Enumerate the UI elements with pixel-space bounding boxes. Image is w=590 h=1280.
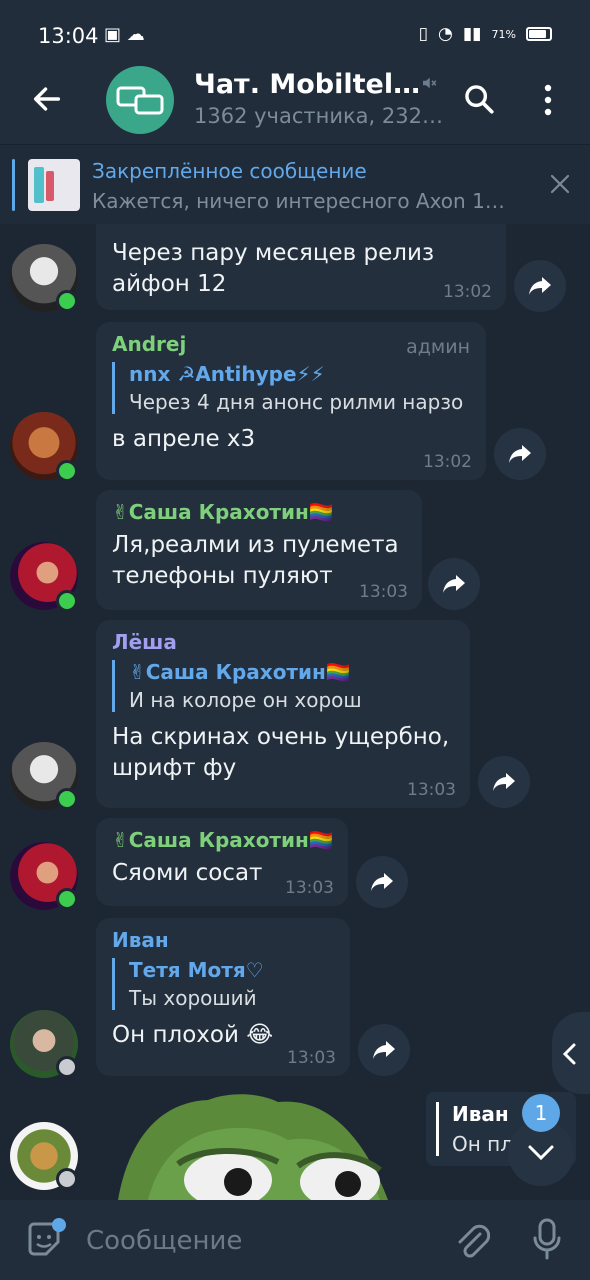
chat-title[interactable]: Чат. Mobiltelefon.ru xyxy=(194,69,424,100)
mention-name: Иван xyxy=(452,1102,509,1126)
message-text: Он плохой 😂 xyxy=(112,1022,274,1048)
offline-indicator xyxy=(56,1056,78,1078)
share-arrow-icon xyxy=(371,873,393,891)
message-text: Через пару месяцев релиз айфон 12 xyxy=(112,240,435,297)
mention-text: Он плохой xyxy=(452,1132,512,1156)
message-time: 13:03 xyxy=(359,582,408,602)
message-text: На скринах очень ущербно, шрифт фу xyxy=(112,724,450,781)
online-indicator xyxy=(56,788,78,810)
share-arrow-icon xyxy=(509,445,531,463)
reply-preview[interactable]: nnx ☭Antihype⚡⚡ Через 4 дня анонс рилми … xyxy=(112,362,470,414)
attach-icon[interactable] xyxy=(454,1220,490,1260)
reply-author: ✌Саша Крахотин🏳️‍🌈 xyxy=(129,660,351,684)
sender-name[interactable]: Иван xyxy=(112,928,334,952)
battery-percent: 71% xyxy=(491,27,516,41)
status-right: ▯ ◔ ▮▮ 71% xyxy=(419,24,552,44)
message-bubble[interactable]: Через пару месяцев релиз айфон 12 13:02 xyxy=(96,224,506,310)
reply-text: Ты хороший xyxy=(129,986,257,1010)
chevron-left-icon xyxy=(562,1043,576,1065)
online-indicator xyxy=(56,590,78,612)
share-button[interactable] xyxy=(478,756,530,808)
message-bubble[interactable]: ✌Саша Крахотин🏳️‍🌈 Ля,реалми из пулемета… xyxy=(96,490,422,610)
signal-icon: ▮▮ xyxy=(462,24,482,44)
pinned-message[interactable]: Закреплённое сообщение Кажется, ничего и… xyxy=(0,144,590,224)
share-arrow-icon xyxy=(373,1041,395,1059)
message-bubble[interactable]: Andrej админ nnx ☭Antihype⚡⚡ Через 4 дня… xyxy=(96,322,486,480)
offline-indicator xyxy=(56,1168,78,1190)
message-time: 13:02 xyxy=(443,282,492,302)
pinned-text: Кажется, ничего интересного Axon 11... xyxy=(92,189,512,213)
reply-text: И на колоре он хорош xyxy=(129,688,362,712)
mute-icon xyxy=(423,77,437,89)
reply-preview[interactable]: ✌Саша Крахотин🏳️‍🌈 И на колоре он хорош xyxy=(112,660,454,712)
wifi-icon: ◔ xyxy=(437,24,453,44)
share-button[interactable] xyxy=(356,856,408,908)
share-arrow-icon xyxy=(443,575,465,593)
message-input-bar: Сообщение xyxy=(0,1200,590,1280)
sender-name[interactable]: ✌Саша Крахотин🏳️‍🌈 xyxy=(112,500,406,524)
message-time: 13:03 xyxy=(285,878,334,898)
sender-name[interactable]: ✌Саша Крахотин🏳️‍🌈 xyxy=(112,828,334,852)
message-input[interactable]: Сообщение xyxy=(86,1226,242,1256)
message-bubble[interactable]: Лёша ✌Саша Крахотин🏳️‍🌈 И на колоре он х… xyxy=(96,620,470,808)
chat-header: Чат. Mobiltelefon.ru 1362 участника, 232… xyxy=(0,52,590,144)
new-stickers-dot xyxy=(52,1218,66,1232)
share-arrow-icon xyxy=(493,773,515,791)
close-icon[interactable] xyxy=(548,172,572,196)
share-arrow-icon xyxy=(529,277,551,295)
message-time: 13:03 xyxy=(407,780,456,800)
chat-bubbles-icon xyxy=(116,86,164,115)
message-bubble[interactable]: Иван Тетя Мотя♡ Ты хороший Он плохой 😂 1… xyxy=(96,918,350,1076)
chat-subtitle: 1362 участника, 232 в сети xyxy=(194,104,444,128)
message-list[interactable]: Через пару месяцев релиз айфон 12 13:02 … xyxy=(0,224,590,1200)
online-indicator xyxy=(56,460,78,482)
reply-text: Через 4 дня анонс рилми нарзо xyxy=(129,390,464,414)
message-text: в апреле х3 xyxy=(112,426,256,452)
reply-author: nnx ☭Antihype⚡⚡ xyxy=(129,362,325,386)
reply-preview[interactable]: Тетя Мотя♡ Ты хороший xyxy=(112,958,334,1010)
online-indicator xyxy=(56,888,78,910)
phone-image-icon xyxy=(46,171,54,201)
reply-author: Тетя Мотя♡ xyxy=(129,958,264,982)
chat-avatar[interactable] xyxy=(106,66,174,134)
vibrate-icon: ▯ xyxy=(418,24,428,44)
status-time: 13:04 xyxy=(38,24,99,48)
search-icon[interactable] xyxy=(462,82,496,116)
share-button[interactable] xyxy=(358,1024,410,1076)
share-button[interactable] xyxy=(494,428,546,480)
pinned-thumbnail xyxy=(28,159,80,211)
pinned-indicator xyxy=(12,159,15,211)
message-bubble[interactable]: ✌Саша Крахотин🏳️‍🌈 Сяоми сосат 13:03 xyxy=(96,818,348,906)
pepe-sticker[interactable] xyxy=(118,1092,398,1200)
share-button[interactable] xyxy=(514,260,566,312)
mention-indicator xyxy=(436,1102,439,1156)
sender-name[interactable]: Лёша xyxy=(112,630,454,654)
phone-image-icon xyxy=(34,167,44,203)
message-time: 13:02 xyxy=(423,452,472,472)
battery-icon xyxy=(526,27,552,41)
back-arrow-icon[interactable] xyxy=(30,82,64,116)
unread-badge: 1 xyxy=(522,1094,560,1132)
notification-icons: ▣ ☁ xyxy=(104,24,145,45)
message-time: 13:03 xyxy=(287,1048,336,1068)
online-indicator xyxy=(56,290,78,312)
microphone-icon[interactable] xyxy=(532,1218,562,1262)
side-panel-tab[interactable] xyxy=(552,1012,590,1094)
pinned-title: Закреплённое сообщение xyxy=(92,159,367,183)
chevron-down-icon xyxy=(528,1145,554,1161)
share-button[interactable] xyxy=(428,558,480,610)
admin-badge: админ xyxy=(406,336,470,358)
more-vertical-icon[interactable] xyxy=(538,82,558,118)
